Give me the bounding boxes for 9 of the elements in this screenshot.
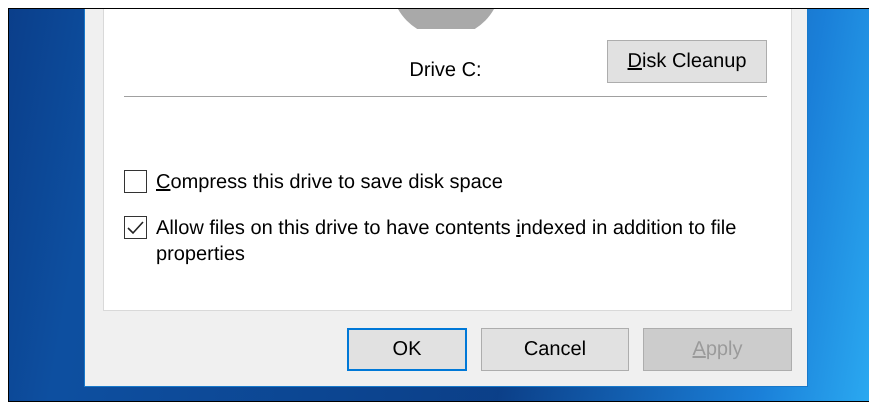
disk-cleanup-button[interactable]: Disk Cleanup [607,40,767,83]
option-label[interactable]: Allow files on this drive to have contents indexed in addition to file properties [156,215,741,267]
drive-label: Drive C: [409,59,482,83]
checkbox[interactable] [124,170,147,193]
dialog-button[interactable]: OK [347,328,467,371]
checkbox[interactable] [124,216,147,239]
dialog-button[interactable]: Cancel [481,328,629,371]
option-label[interactable]: Compress this drive to save disk space [156,169,503,195]
checkmark-icon [127,220,144,234]
